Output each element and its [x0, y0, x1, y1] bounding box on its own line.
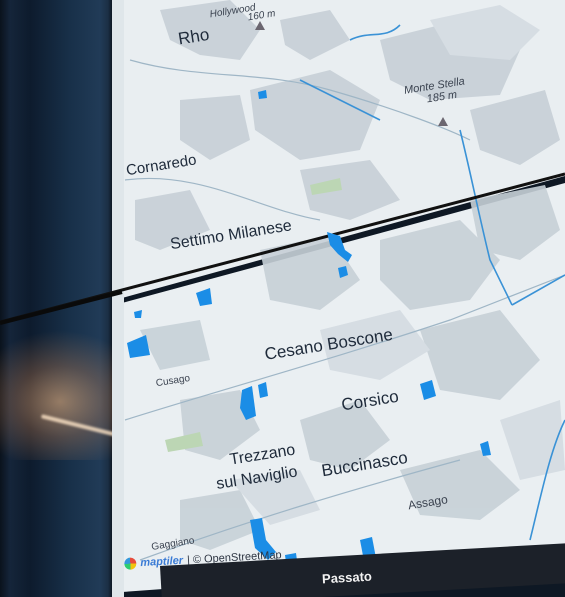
bezel-line-2 [0, 290, 123, 325]
screen-left-edge [112, 0, 124, 597]
maptiler-logo-icon [124, 557, 137, 570]
map-screen[interactable]: Hollywood 160 m Rho Monte Stella 185 m C… [0, 0, 565, 597]
passato-button[interactable]: Passato [322, 569, 373, 587]
photo-stage: Hollywood 160 m Rho Monte Stella 185 m C… [0, 0, 565, 597]
